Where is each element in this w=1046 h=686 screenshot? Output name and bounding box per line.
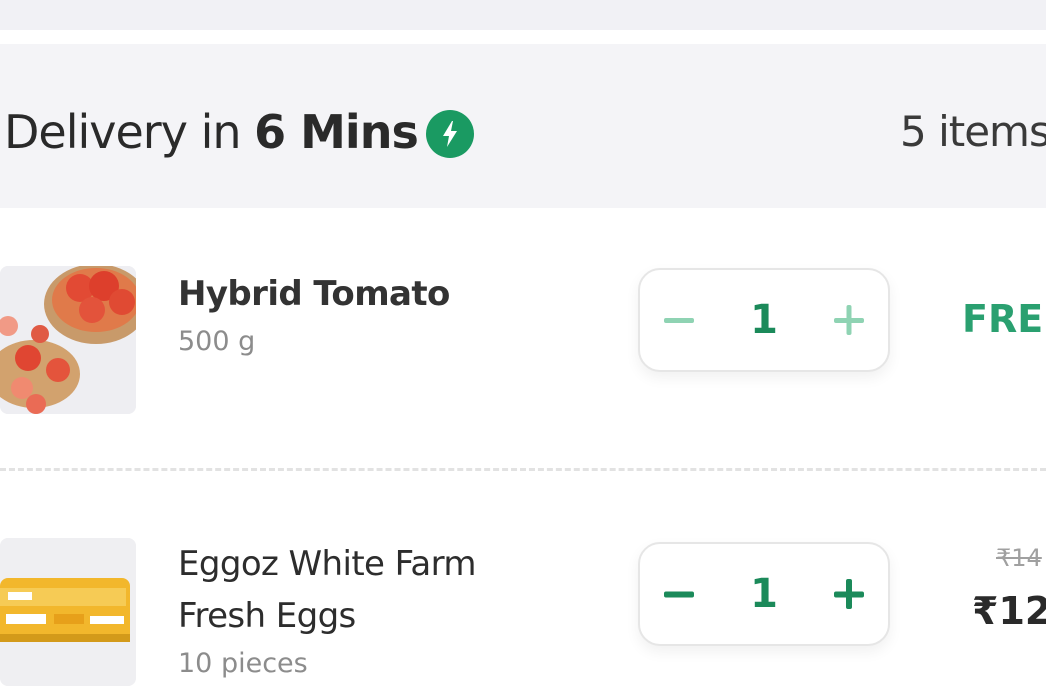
top-bar [0, 0, 1046, 30]
original-price: ₹14 [996, 544, 1042, 572]
minus-icon [664, 591, 694, 598]
plus-icon [834, 579, 864, 609]
quantity-stepper: 1 [638, 542, 890, 646]
delivery-time: 6 Mins [254, 105, 419, 159]
cart-screen: Delivery in 6 Mins 5 items Hybrid Tomato… [0, 0, 1046, 686]
quantity-value: 1 [750, 297, 778, 343]
lightning-icon [426, 110, 474, 158]
quantity-stepper: 1 [638, 268, 890, 372]
price-label: FREE [962, 297, 1046, 341]
spacer [0, 30, 1046, 44]
item-divider [0, 468, 1046, 471]
delivery-prefix: Delivery in [4, 105, 255, 159]
increment-button[interactable] [814, 270, 884, 370]
product-name: Hybrid Tomato [178, 274, 450, 314]
product-name-line-2: Fresh Eggs [178, 596, 356, 636]
cart-item-eggoz-eggs: Eggoz White Farm Fresh Eggs 10 pieces 1 … [0, 538, 1046, 686]
decrement-button[interactable] [644, 544, 714, 644]
items-count: 5 items [900, 107, 1046, 156]
quantity-value: 1 [750, 571, 778, 617]
egg-box-image [0, 538, 136, 686]
product-quantity-label: 500 g [178, 326, 256, 357]
delivery-title: Delivery in 6 Mins [4, 104, 419, 160]
minus-icon [664, 318, 694, 323]
product-name-line-1: Eggoz White Farm [178, 544, 477, 584]
final-price: ₹125 [972, 589, 1046, 633]
plus-icon [834, 305, 864, 335]
cart-item-hybrid-tomato: Hybrid Tomato 500 g 1 FREE [0, 266, 1046, 426]
product-quantity-label: 10 pieces [178, 648, 308, 679]
decrement-button[interactable] [644, 270, 714, 370]
tomato-image [0, 266, 136, 414]
increment-button[interactable] [814, 544, 884, 644]
